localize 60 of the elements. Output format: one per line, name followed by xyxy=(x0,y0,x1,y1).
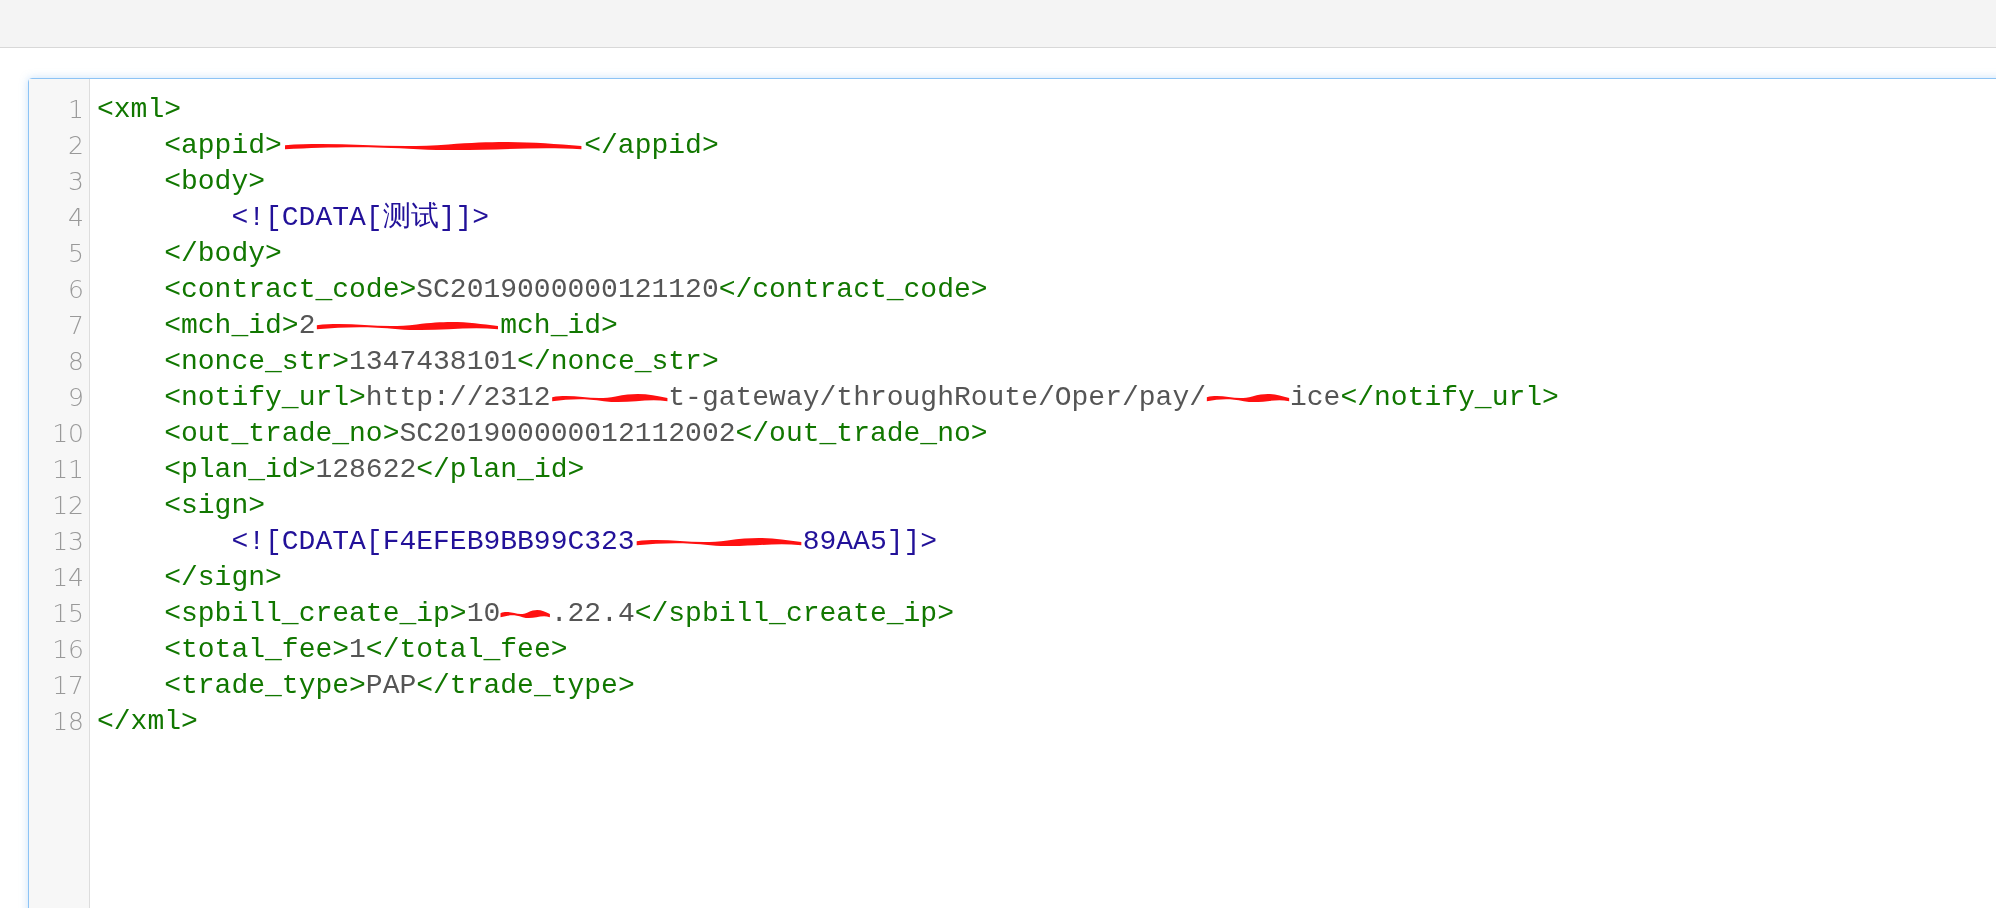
xml-tag: </nonce_str> xyxy=(517,344,719,380)
line-number: 10 xyxy=(52,419,84,448)
line-number: 6 xyxy=(68,275,84,304)
line-number: 1 xyxy=(68,95,84,124)
xml-tag: <sign> xyxy=(164,488,266,524)
line-number: 7 xyxy=(68,311,84,340)
xml-tag: </body> xyxy=(164,236,282,272)
tag-value: .22.4 xyxy=(550,597,635,631)
xml-tag: <contract_code> xyxy=(164,272,417,308)
line-number: 9 xyxy=(68,383,84,412)
cdata-section: <![CDATA[测试]]> xyxy=(231,200,490,236)
tag-value: 1 xyxy=(349,633,366,667)
xml-tag: </notify_url> xyxy=(1340,380,1559,416)
line-number: 3 xyxy=(68,167,84,196)
xml-tag: </total_fee> xyxy=(365,632,568,668)
tag-value: t-gateway/throughRoute/Oper/pay/ xyxy=(668,381,1206,415)
line-number: 17 xyxy=(52,671,84,700)
xml-tag: <out_trade_no> xyxy=(164,416,400,452)
line-number: 15 xyxy=(52,599,84,628)
tag-value: 10 xyxy=(466,597,501,631)
xml-tag: <total_fee> xyxy=(164,632,350,668)
xml-tag: </sign> xyxy=(164,560,282,596)
line-number: 8 xyxy=(68,347,84,376)
tag-value: PAP xyxy=(365,669,417,703)
cdata-section: <![CDATA[F4EFEB9BB99C323 xyxy=(231,524,635,560)
xml-tag: mch_id> xyxy=(500,308,618,344)
tag-value: 2 xyxy=(298,309,316,343)
line-number: 13 xyxy=(52,527,84,556)
line-number: 18 xyxy=(52,707,84,736)
xml-tag: <trade_type> xyxy=(164,668,366,704)
xml-tag: <notify_url> xyxy=(164,380,366,416)
xml-tag: </contract_code> xyxy=(718,272,988,308)
xml-tag: </xml> xyxy=(97,704,198,740)
xml-tag: </out_trade_no> xyxy=(735,416,988,452)
xml-tag: <spbill_create_ip> xyxy=(164,596,467,632)
line-number: 14 xyxy=(52,563,84,592)
tag-value: SC2019000000121120 xyxy=(416,273,719,307)
xml-tag: </appid> xyxy=(584,128,719,164)
xml-tag: <body> xyxy=(164,164,266,200)
xml-tag: <appid> xyxy=(164,128,282,164)
tag-value: http://2312 xyxy=(365,381,551,415)
xml-tag: <mch_id> xyxy=(164,308,299,344)
tag-value: SC201900000012112002 xyxy=(399,417,736,451)
tag-value: 1347438101 xyxy=(349,345,518,379)
xml-tag: <xml> xyxy=(97,92,181,128)
line-number: 12 xyxy=(52,491,84,520)
line-number: 11 xyxy=(52,455,84,484)
line-number: 16 xyxy=(52,635,84,664)
xml-tag: </trade_type> xyxy=(416,668,635,704)
tag-value: 128622 xyxy=(315,453,417,487)
line-number: 5 xyxy=(68,239,84,268)
line-number: 2 xyxy=(68,131,84,160)
xml-tag: </plan_id> xyxy=(416,452,585,488)
tag-value: ice xyxy=(1290,381,1341,415)
cdata-section: 89AA5]]> xyxy=(802,524,938,560)
code-editor[interactable] xyxy=(28,78,1996,908)
xml-tag: <nonce_str> xyxy=(164,344,350,380)
xml-tag: <plan_id> xyxy=(164,452,316,488)
xml-tag: </spbill_create_ip> xyxy=(634,596,954,632)
line-number: 4 xyxy=(68,203,84,232)
